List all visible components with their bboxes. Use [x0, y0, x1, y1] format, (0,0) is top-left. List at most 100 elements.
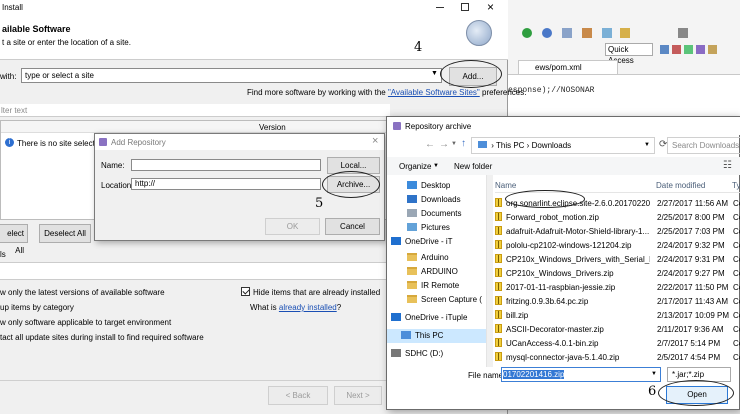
name-label: Name:	[101, 161, 125, 170]
next-button[interactable]: Next >	[334, 386, 382, 405]
nav-item[interactable]: Documents	[407, 207, 461, 221]
what-is-installed: What is already installed?	[250, 303, 341, 312]
deselect-all-button[interactable]: Deselect All	[39, 224, 91, 243]
file-date-cell: 2/27/2017 11:56 AM	[657, 199, 729, 208]
file-date-cell: 2/13/2017 10:09 PM	[657, 311, 730, 320]
option-latest-versions[interactable]: w only the latest versions of available …	[0, 288, 165, 297]
file-name-input[interactable]: 01702201416.zip	[501, 367, 661, 382]
work-with-combo[interactable]: type or select a site	[21, 68, 442, 83]
recent-chevron-icon[interactable]: ▼	[451, 141, 457, 147]
file-row[interactable]: pololu-cp2102-windows-121204.zip 2/24/201…	[495, 239, 740, 253]
file-row[interactable]: CP210x_Windows_Drivers.zip 2/24/2017 9:27…	[495, 267, 740, 281]
run-icon[interactable]	[522, 28, 532, 38]
file-row[interactable]: 2017-01-11-raspbian-jessie.zip 2/22/2017 …	[495, 281, 740, 295]
chevron-down-icon[interactable]: ▼	[431, 70, 438, 77]
option-hide-installed[interactable]: Hide items that are already installed	[241, 287, 380, 297]
available-sites-link[interactable]: "Available Software Sites"	[388, 88, 480, 97]
close-icon[interactable]: ×	[487, 0, 494, 14]
filter-input[interactable]: lter text	[0, 104, 390, 117]
name-column-header[interactable]: Name	[495, 181, 516, 190]
file-date-cell: 2/7/2017 5:14 PM	[657, 339, 721, 348]
type-column-header[interactable]: Typ	[732, 181, 740, 190]
date-column-header[interactable]: Date modified	[656, 181, 705, 190]
back-arrow-icon[interactable]: ←	[425, 139, 435, 150]
nav-scrollbar[interactable]	[487, 175, 493, 367]
location-input[interactable]: http://	[131, 178, 321, 190]
breadcrumb[interactable]: › This PC › Downloads ▼	[471, 137, 655, 154]
close-icon[interactable]: ×	[372, 135, 378, 147]
breadcrumb-this-pc[interactable]: This PC	[496, 141, 524, 150]
file-row[interactable]: adafruit-Adafruit-Motor-Shield-library-1…	[495, 225, 740, 239]
breadcrumb-chevron-icon[interactable]: ▼	[644, 138, 650, 153]
nav-item[interactable]: OneDrive - iT	[391, 235, 453, 249]
window-title: Install	[2, 3, 23, 12]
file-name-text: adafruit-Adafruit-Motor-Shield-library-1…	[506, 227, 650, 236]
nav-item[interactable]: IR Remote	[407, 279, 459, 293]
option-applicable-only[interactable]: w only software applicable to target env…	[0, 318, 171, 327]
name-input[interactable]	[131, 159, 321, 171]
nav-item[interactable]: Screen Capture (	[407, 293, 482, 307]
minimize-icon[interactable]	[436, 7, 444, 8]
view-options-icon[interactable]: ☷	[723, 160, 732, 171]
file-name-cell: adafruit-Adafruit-Motor-Shield-library-1…	[495, 225, 650, 239]
select-all-button[interactable]: elect All	[0, 224, 28, 255]
folder-icon	[407, 281, 417, 289]
cancel-button[interactable]: Cancel	[325, 218, 380, 235]
perspective-icon[interactable]	[660, 45, 669, 54]
nav-item[interactable]: OneDrive - iTuple	[391, 311, 467, 325]
breadcrumb-separator: ›	[491, 141, 494, 150]
file-row[interactable]: mysql-connector-java-5.1.40.zip 2/5/2017 …	[495, 351, 740, 365]
toolbar-icon[interactable]	[678, 28, 688, 38]
nav-item[interactable]: Downloads	[407, 193, 461, 207]
breadcrumb-downloads[interactable]: Downloads	[532, 141, 572, 150]
hide-installed-label: Hide items that are already installed	[253, 288, 381, 297]
file-row[interactable]: UCanAccess-4.0.1-bin.zip 2/7/2017 5:14 PM…	[495, 337, 740, 351]
perspective-icon[interactable]	[708, 45, 717, 54]
file-name-cell: mysql-connector-java-5.1.40.zip	[495, 351, 650, 365]
quick-access-input[interactable]: Quick Access	[605, 43, 653, 65]
forward-arrow-icon[interactable]: →	[439, 139, 449, 150]
file-row[interactable]: ASCII-Decorator-master.zip 2/11/2017 9:36…	[495, 323, 740, 337]
already-installed-link[interactable]: already installed	[279, 303, 337, 312]
editor-tab[interactable]: ews/pom.xml	[518, 60, 618, 74]
back-button[interactable]: < Back	[268, 386, 328, 405]
organize-menu[interactable]: Organize	[399, 162, 431, 171]
perspective-icon[interactable]	[696, 45, 705, 54]
nav-item[interactable]: Pictures	[407, 221, 450, 235]
perspective-icon[interactable]	[672, 45, 681, 54]
nav-item[interactable]: Desktop	[407, 179, 450, 193]
search-input[interactable]: Search Downloads	[667, 137, 740, 154]
option-group-by-category[interactable]: up items by category	[0, 303, 74, 312]
checkbox-checked-icon[interactable]	[241, 287, 250, 296]
new-folder-button[interactable]: New folder	[454, 162, 492, 171]
annotation-circle-archive	[322, 171, 380, 198]
details-label: ls	[0, 250, 6, 259]
annotation-circle-open	[658, 380, 734, 406]
perspective-icon[interactable]	[684, 45, 693, 54]
maximize-icon[interactable]	[461, 3, 469, 11]
zip-file-icon	[495, 254, 502, 263]
toolbar-icon[interactable]	[562, 28, 572, 38]
file-row[interactable]: fritzing.0.9.3b.64.pc.zip 2/17/2017 11:43…	[495, 295, 740, 309]
chevron-down-icon[interactable]: ▼	[433, 163, 439, 169]
file-row[interactable]: CP210x_Windows_Drivers_with_Serial_En...…	[495, 253, 740, 267]
file-row[interactable]: bill.zip 2/13/2017 10:09 PMCo	[495, 309, 740, 323]
toolbar-icon[interactable]	[582, 28, 592, 38]
debug-icon[interactable]	[542, 28, 552, 38]
nav-item[interactable]: SDHC (D:)	[391, 347, 443, 361]
file-name-text: UCanAccess-4.0.1-bin.zip	[506, 339, 599, 348]
file-name-cell: bill.zip	[495, 309, 650, 323]
ok-button[interactable]: OK	[265, 218, 320, 235]
up-arrow-icon[interactable]: ↑	[461, 138, 466, 149]
file-name-cell: UCanAccess-4.0.1-bin.zip	[495, 337, 650, 351]
file-row[interactable]: Forward_robot_motion.zip 2/25/2017 8:00 P…	[495, 211, 740, 225]
option-contact-all-sites[interactable]: tact all update sites during install to …	[0, 333, 204, 342]
nav-item[interactable]: Arduino	[407, 251, 449, 265]
toolbar-icon[interactable]	[620, 28, 630, 38]
file-name-text: fritzing.0.9.3b.64.pc.zip	[506, 297, 589, 306]
nav-item[interactable]: This PC	[387, 329, 486, 343]
toolbar-icon[interactable]	[602, 28, 612, 38]
nav-item[interactable]: ARDUINO	[407, 265, 458, 279]
chevron-down-icon[interactable]: ▼	[651, 371, 657, 377]
downloads-icon	[407, 195, 417, 203]
